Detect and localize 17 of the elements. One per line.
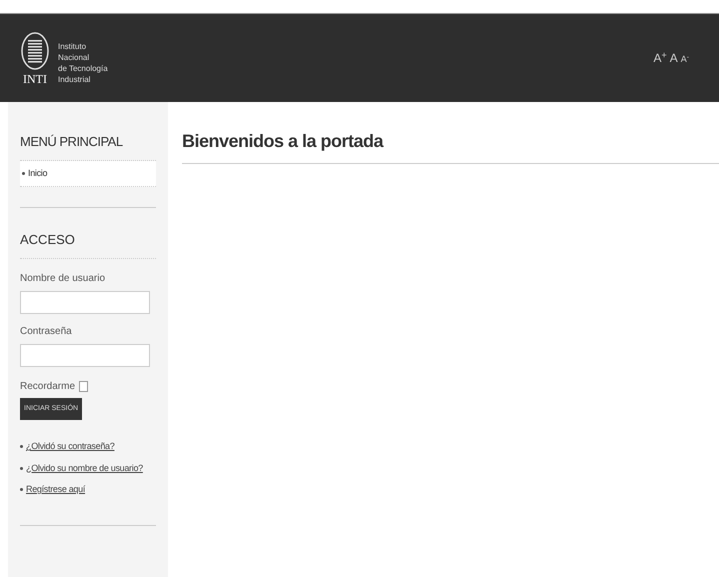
field-label: Contraseña xyxy=(20,324,73,338)
logo-caption: de Tecnología xyxy=(58,63,108,74)
logo-caption: Industrial xyxy=(58,74,92,85)
remember-label: Recordarme xyxy=(20,380,76,394)
link[interactable]: Regístrese aquí xyxy=(26,483,86,496)
field-label: Nombre de usuario xyxy=(20,272,106,286)
font-size-button[interactable]: A xyxy=(670,52,678,64)
logo-caption: Instituto xyxy=(58,41,88,52)
link[interactable]: ¿Olvido su nombre de usuario? xyxy=(26,462,143,475)
font-size-button[interactable]: A$^{+}$ xyxy=(653,52,667,64)
font-size-button[interactable]: A$^{-}$ xyxy=(680,55,689,64)
menu-item[interactable]: Inicio xyxy=(20,160,156,187)
login-title: ACCESO xyxy=(20,230,156,258)
link[interactable]: ¿Olvidó su contraseña? xyxy=(26,440,114,454)
logo-caption: Nacional xyxy=(58,52,90,63)
page-title: Bienvenidos a la portada xyxy=(182,128,719,164)
logo-text: INTI xyxy=(23,73,47,85)
